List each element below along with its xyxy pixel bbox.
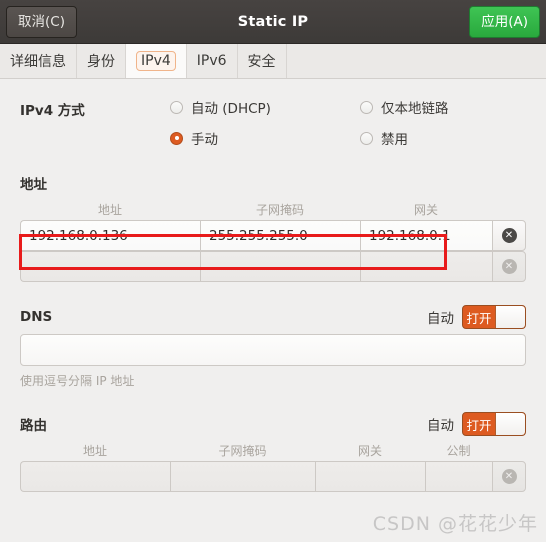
tab-ipv6[interactable]: IPv6 bbox=[187, 44, 238, 78]
gateway-input-row2[interactable] bbox=[360, 251, 492, 282]
tab-ipv6-label: IPv6 bbox=[196, 53, 227, 69]
routes-section: 路由 自动 打开 地址 子网掩码 网关 公制 ✕ bbox=[20, 412, 526, 492]
close-circle-icon: ✕ bbox=[501, 259, 517, 274]
window-title: Static IP bbox=[237, 13, 309, 30]
radio-icon bbox=[360, 131, 373, 145]
tab-ipv4-label: IPv4 bbox=[136, 51, 176, 71]
radio-selected-icon bbox=[170, 131, 183, 145]
routes-auto-toggle[interactable]: 打开 bbox=[462, 412, 526, 436]
table-row: ✕ bbox=[20, 251, 526, 282]
radio-disable[interactable]: 禁用 bbox=[360, 128, 526, 148]
tab-ipv4[interactable]: IPv4 bbox=[126, 44, 187, 78]
radio-manual-label: 手动 bbox=[191, 132, 218, 148]
routes-column-headers: 地址 子网掩码 网关 公制 bbox=[20, 442, 526, 459]
addresses-header: 地址 bbox=[20, 172, 526, 194]
addresses-col-gateway: 网关 bbox=[413, 203, 438, 217]
radio-icon bbox=[360, 100, 373, 114]
delete-address-row2-button[interactable]: ✕ bbox=[492, 251, 526, 282]
addresses-col-netmask: 子网掩码 bbox=[255, 203, 304, 217]
routes-auto-toggle-state: 打开 bbox=[466, 417, 492, 433]
apply-button[interactable]: 应用(A) bbox=[469, 6, 540, 38]
title-bar: 取消(C) Static IP 应用(A) bbox=[0, 0, 546, 44]
toggle-knob bbox=[495, 413, 525, 435]
close-circle-icon: ✕ bbox=[501, 469, 517, 484]
tab-identity[interactable]: 身份 bbox=[77, 44, 126, 78]
table-row: ✕ bbox=[20, 461, 526, 492]
radio-automatic-dhcp-label: 自动 (DHCP) bbox=[191, 101, 271, 117]
ipv4-method-section: IPv4 方式 自动 (DHCP) 仅本地链路 手动 禁用 bbox=[20, 97, 526, 148]
addresses-title: 地址 bbox=[20, 177, 47, 193]
routes-col-metric: 公制 bbox=[446, 444, 471, 458]
tab-security[interactable]: 安全 bbox=[238, 44, 287, 78]
routes-col-gateway: 网关 bbox=[357, 444, 382, 458]
radio-manual[interactable]: 手动 bbox=[170, 128, 360, 148]
delete-route-row1-button[interactable]: ✕ bbox=[492, 461, 526, 492]
addresses-col-spacer bbox=[492, 201, 526, 218]
tab-details[interactable]: 详细信息 bbox=[0, 44, 77, 78]
watermark: CSDN @花花少年 bbox=[372, 513, 538, 535]
dns-title: DNS bbox=[20, 309, 53, 325]
radio-link-local-only[interactable]: 仅本地链路 bbox=[360, 97, 526, 117]
addresses-table: ✕ ✕ bbox=[20, 220, 526, 282]
netmask-input-row2[interactable] bbox=[200, 251, 360, 282]
radio-link-local-only-label: 仅本地链路 bbox=[381, 101, 449, 117]
delete-address-row1-button[interactable]: ✕ bbox=[492, 220, 526, 251]
route-gateway-input-row1[interactable] bbox=[315, 461, 425, 492]
dns-section: DNS 自动 打开 使用逗号分隔 IP 地址 bbox=[20, 305, 526, 389]
addresses-col-address: 地址 bbox=[97, 203, 122, 217]
ipv4-method-options: 自动 (DHCP) 仅本地链路 手动 禁用 bbox=[170, 97, 526, 148]
routes-table: ✕ bbox=[20, 461, 526, 492]
routes-col-address: 地址 bbox=[82, 444, 107, 458]
routes-col-spacer bbox=[492, 442, 526, 459]
dns-auto-label: 自动 bbox=[427, 311, 454, 327]
radio-icon bbox=[170, 100, 183, 114]
table-row: ✕ bbox=[20, 220, 526, 251]
addresses-section: 地址 地址 子网掩码 网关 ✕ ✕ bbox=[20, 172, 526, 282]
routes-header: 路由 自动 打开 bbox=[20, 412, 526, 436]
close-circle-icon: ✕ bbox=[501, 228, 517, 243]
dns-auto-toggle[interactable]: 打开 bbox=[462, 305, 526, 329]
tab-identity-label: 身份 bbox=[87, 54, 115, 70]
ipv4-method-title: IPv4 方式 bbox=[20, 103, 85, 119]
tab-bar-filler bbox=[287, 44, 546, 78]
dns-auto-control: 自动 打开 bbox=[427, 305, 526, 329]
routes-title: 路由 bbox=[20, 418, 47, 434]
address-input-row1[interactable] bbox=[20, 220, 200, 251]
radio-automatic-dhcp[interactable]: 自动 (DHCP) bbox=[170, 97, 360, 117]
radio-disable-label: 禁用 bbox=[381, 132, 408, 148]
route-netmask-input-row1[interactable] bbox=[170, 461, 315, 492]
routes-auto-control: 自动 打开 bbox=[427, 412, 526, 436]
addresses-column-headers: 地址 子网掩码 网关 bbox=[20, 201, 526, 218]
toggle-knob bbox=[495, 306, 525, 328]
tab-bar: 详细信息 身份 IPv4 IPv6 安全 bbox=[0, 44, 546, 79]
cancel-button[interactable]: 取消(C) bbox=[6, 5, 77, 38]
route-address-input-row1[interactable] bbox=[20, 461, 170, 492]
address-input-row2[interactable] bbox=[20, 251, 200, 282]
routes-auto-label: 自动 bbox=[427, 418, 454, 434]
gateway-input-row1[interactable] bbox=[360, 220, 492, 251]
tab-details-label: 详细信息 bbox=[10, 54, 66, 70]
netmask-input-row1[interactable] bbox=[200, 220, 360, 251]
route-metric-input-row1[interactable] bbox=[425, 461, 492, 492]
dns-hint-text: 使用逗号分隔 IP 地址 bbox=[20, 374, 135, 388]
dns-auto-toggle-state: 打开 bbox=[466, 310, 492, 326]
dns-header: DNS 自动 打开 bbox=[20, 305, 526, 329]
routes-col-netmask: 子网掩码 bbox=[218, 444, 267, 458]
dns-servers-input[interactable] bbox=[20, 334, 526, 366]
ipv4-settings-panel: IPv4 方式 自动 (DHCP) 仅本地链路 手动 禁用 地址 地址 子网掩码… bbox=[0, 79, 546, 542]
tab-security-label: 安全 bbox=[247, 54, 276, 70]
